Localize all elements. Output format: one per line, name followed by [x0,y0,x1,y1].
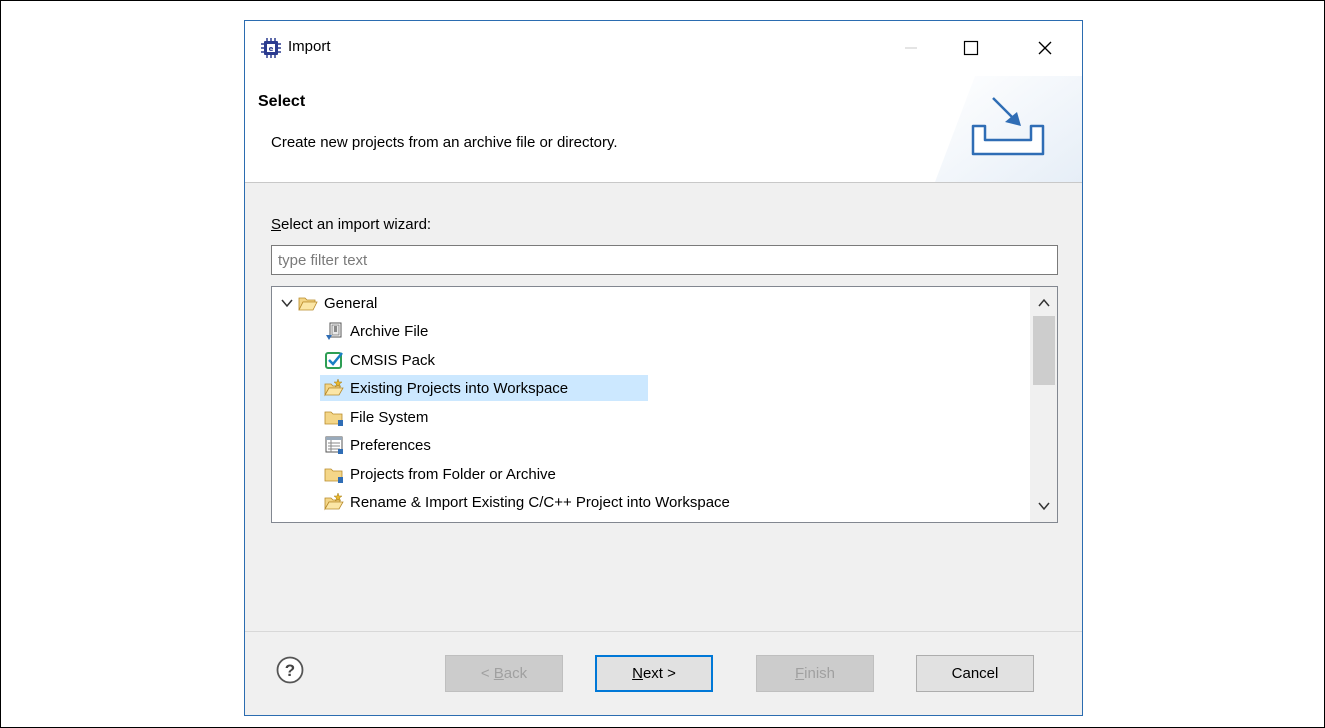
tree-item-existing-projects[interactable]: Existing Projects into Workspace [320,374,652,402]
svg-text:?: ? [285,661,295,680]
help-icon[interactable]: ? [275,655,305,685]
folder-open-icon [298,297,318,311]
close-icon [1038,41,1052,55]
preferences-icon [325,436,343,454]
finish-button[interactable]: Finish [756,655,874,692]
page-title: Select [258,93,306,110]
title-bar: e Import [245,21,1082,76]
minimize-icon [905,47,917,49]
next-button[interactable]: Next > [595,655,713,692]
tree-group-label: General [324,294,378,312]
tree-item-cmsis-pack[interactable]: CMSIS Pack [324,346,435,374]
existing-projects-icon [324,378,344,397]
close-button[interactable] [1023,30,1067,66]
rename-import-icon [324,492,344,511]
tree-item-projects-from-folder[interactable]: Projects from Folder or Archive [324,460,556,488]
tree-item-file-system[interactable]: File System [324,403,428,431]
chevron-down-icon [1037,502,1050,511]
minimize-button[interactable] [889,30,933,66]
filter-input[interactable] [271,245,1058,275]
eclipse-chip-icon: e [261,38,281,58]
chevron-up-icon [1037,298,1050,307]
back-button[interactable]: < Back [445,655,563,692]
tree-item-preferences[interactable]: Preferences [324,431,431,459]
cmsis-pack-icon [325,352,343,369]
tree-item-rename-import[interactable]: Rename & Import Existing C/C++ Project i… [324,488,730,516]
window-title: Import [288,38,331,55]
scroll-thumb[interactable] [1033,316,1055,385]
file-system-folder-icon [324,411,343,426]
scroll-up-button[interactable] [1030,291,1057,315]
tree-group-general[interactable]: General [280,289,377,317]
projects-folder-icon [324,468,343,483]
wizard-header: Select Create new projects from an archi… [245,76,1082,183]
wizard-label: Select an import wizard: [271,216,432,233]
scroll-down-button[interactable] [1030,494,1057,518]
maximize-button[interactable] [949,30,993,66]
tree-scrollbar[interactable] [1030,287,1057,522]
maximize-icon [963,40,979,56]
import-wizard-icon [935,76,1082,182]
chevron-down-icon[interactable] [280,296,294,310]
archive-file-icon [326,322,342,340]
tree-item-archive-file[interactable]: Archive File [324,317,428,345]
wizard-tree[interactable]: General Archive File CMSIS Pack Existing… [271,286,1058,523]
svg-text:e: e [269,45,274,53]
footer-divider [245,631,1082,632]
cancel-button[interactable]: Cancel [916,655,1034,692]
page-description: Create new projects from an archive file… [271,134,618,151]
import-dialog: e Import Select Create new projects from… [244,20,1083,716]
